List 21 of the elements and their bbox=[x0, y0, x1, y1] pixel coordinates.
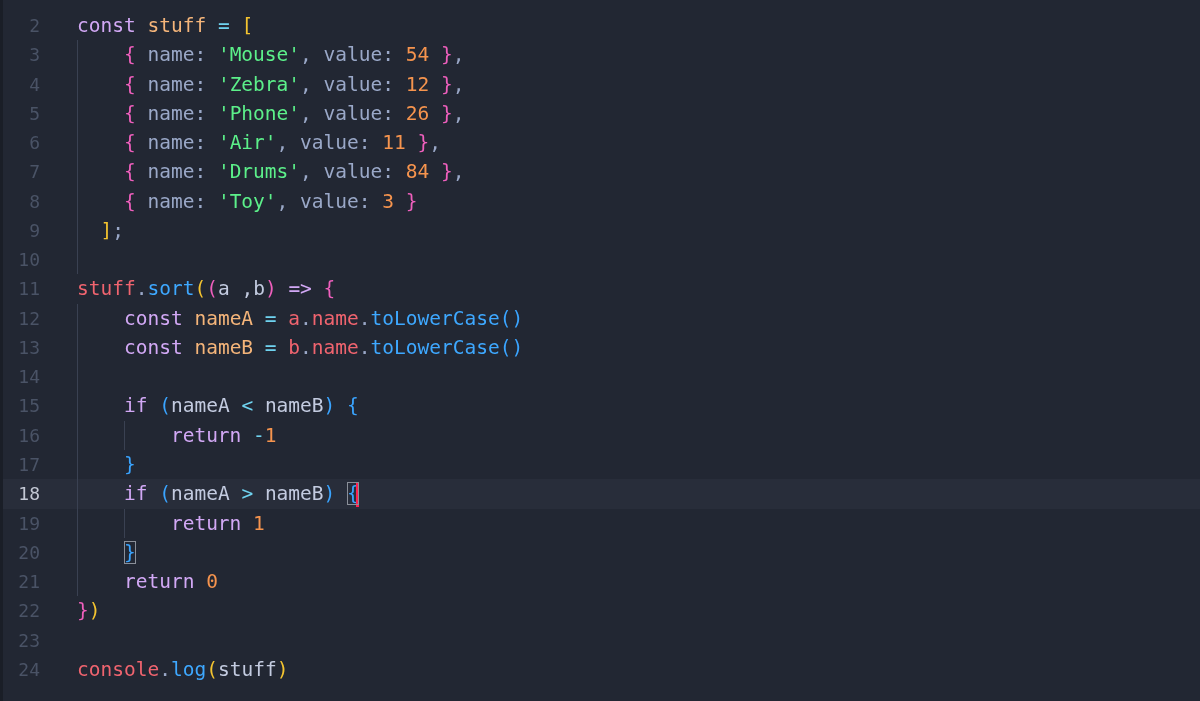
code-line: if (nameA < nameB) { bbox=[77, 391, 359, 421]
code-line: { name: 'Zebra', value: 12 }, bbox=[77, 69, 465, 99]
code-line: ]; bbox=[77, 215, 124, 246]
code-line: }) bbox=[77, 598, 101, 625]
code-line: const stuff = [ bbox=[77, 13, 254, 39]
code-line: return 0 bbox=[77, 567, 218, 597]
code-line: } bbox=[77, 537, 136, 568]
code-line: { name: 'Toy', value: 3 } bbox=[77, 186, 418, 216]
code-line: console.log(stuff) bbox=[77, 656, 289, 683]
code-line: stuff.sort((a ,b) => { bbox=[77, 276, 336, 303]
code-line: return 1 bbox=[77, 508, 265, 538]
line-number: 18 bbox=[17, 482, 40, 507]
code-line: { name: 'Drums', value: 84 }, bbox=[77, 157, 465, 187]
code-line: const nameA = a.name.toLowerCase() bbox=[77, 303, 524, 333]
code-line: if (nameA > nameB) { bbox=[77, 479, 359, 509]
code-line: { name: 'Mouse', value: 54 }, bbox=[77, 40, 465, 70]
code-line: const nameB = b.name.toLowerCase() bbox=[77, 332, 524, 363]
text-cursor bbox=[355, 482, 359, 507]
code-line: { name: 'Phone', value: 26 }, bbox=[77, 98, 465, 129]
code-line: { name: 'Air', value: 11 }, bbox=[77, 128, 441, 158]
code-line: return -1 bbox=[77, 420, 277, 450]
